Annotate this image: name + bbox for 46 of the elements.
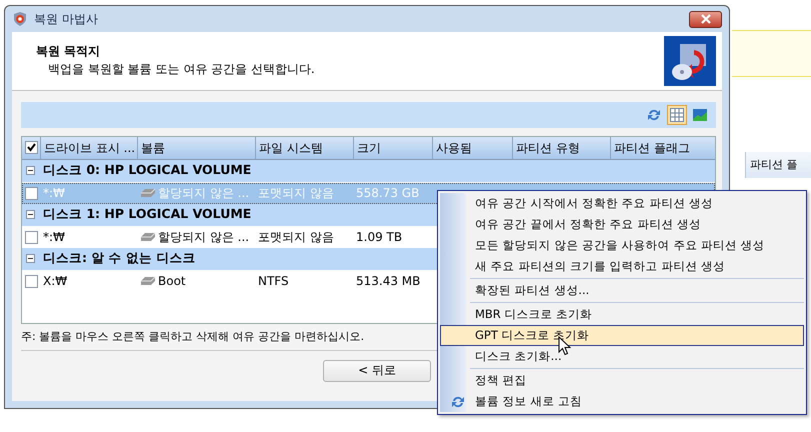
column-header[interactable]: 크기 — [353, 136, 432, 159]
menu-item[interactable]: 정책 편집 — [440, 370, 804, 391]
volume-cell: Boot — [158, 274, 186, 288]
background-column-header: 파티션 플 — [745, 152, 811, 178]
file-system-cell-text: 포맷되지 않음 — [257, 184, 335, 202]
menu-item[interactable]: 볼륨 정보 새로 고침 — [440, 391, 804, 412]
column-header[interactable]: 볼륨 — [137, 136, 255, 159]
drive-cell-text: X:₩ — [42, 274, 68, 288]
size-cell-text: 513.43 MB — [355, 274, 422, 288]
volume-cell: 할당되지 않은 ... — [158, 184, 250, 202]
drive-cell-text: *:₩ — [42, 186, 66, 200]
select-all-checkbox[interactable] — [25, 141, 38, 154]
drive-icon — [140, 276, 156, 286]
size-cell-text: 1.09 TB — [355, 230, 404, 244]
column-header[interactable]: 사용됨 — [432, 136, 512, 159]
column-header[interactable]: 파일 시스템 — [255, 136, 353, 159]
collapse-toggle[interactable] — [26, 210, 35, 220]
row-checkbox[interactable] — [25, 230, 38, 244]
close-icon — [700, 14, 712, 24]
close-button[interactable] — [689, 10, 722, 28]
drive-cell-text: *:₩ — [42, 230, 66, 244]
collapse-toggle[interactable] — [26, 166, 35, 176]
size-cell-text: 558.73 GB — [355, 186, 420, 200]
disk-group-title: 디스크 0: HP LOGICAL VOLUME — [43, 162, 252, 180]
file-system-cell-text: 포맷되지 않음 — [257, 228, 335, 246]
step-title: 복원 목적지 — [36, 43, 102, 60]
drive-icon — [140, 188, 156, 198]
column-header[interactable]: 파티션 플래그 — [610, 136, 715, 159]
grid-icon — [669, 106, 685, 123]
file-system-cell-text: NTFS — [257, 274, 290, 288]
row-checkbox[interactable] — [25, 274, 38, 288]
step-subtitle: 백업을 복원할 볼륨 또는 여유 공간을 선택합니다. — [47, 61, 316, 78]
shield-icon — [12, 11, 28, 27]
collapse-toggle[interactable] — [26, 254, 35, 264]
disk-group-title: 디스크 1: HP LOGICAL VOLUME — [43, 206, 252, 224]
menu-item[interactable]: MBR 디스크로 초기화 — [440, 304, 804, 325]
row-checkbox[interactable] — [25, 186, 38, 200]
grid-view-button[interactable] — [667, 104, 687, 125]
drive-icon — [140, 232, 156, 242]
chart-icon — [692, 106, 708, 123]
window-title: 복원 마법사 — [34, 10, 98, 28]
back-button[interactable]: < 뒤로 — [323, 360, 431, 382]
volume-cell: 할당되지 않은 ... — [158, 228, 250, 246]
column-header[interactable]: 파티션 유형 — [512, 136, 610, 159]
disk-group-title: 디스크: 알 수 없는 디스크 — [43, 250, 196, 268]
column-header[interactable]: 드라이브 표시 ... — [40, 136, 137, 159]
